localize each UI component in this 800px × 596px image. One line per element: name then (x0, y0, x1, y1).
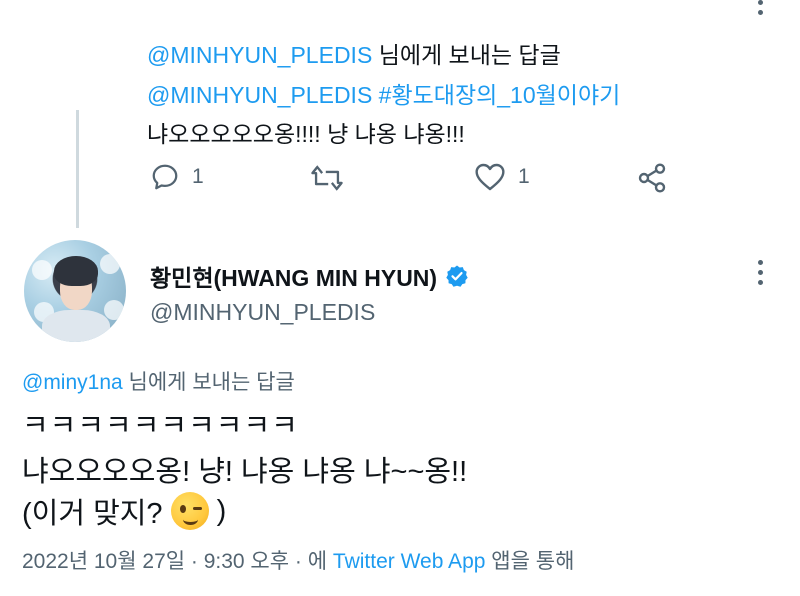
tweet-text-line-3: (이거 맞지? ) (22, 490, 226, 532)
display-name[interactable]: 황민현(HWANG MIN HYUN) (150, 259, 437, 293)
share-button[interactable] (636, 162, 668, 194)
top-more-icon[interactable] (758, 0, 766, 20)
author-name-row[interactable]: 황민현(HWANG MIN HYUN) (150, 259, 469, 293)
main-replying-handle[interactable]: @miny1na (22, 371, 123, 394)
retweet-icon (311, 165, 343, 191)
reply-icon (152, 164, 178, 190)
mention-hashtag[interactable]: @MINHYUN_PLEDIS #황도대장의_10월이야기 (147, 76, 620, 110)
like-button[interactable]: 1 (474, 162, 530, 192)
main-replying-to: @miny1na 님에게 보내는 답글 (22, 366, 295, 396)
retweet-button[interactable] (310, 163, 344, 193)
reply-count: 1 (192, 165, 204, 188)
replying-to-suffix: 님에게 보내는 답글 (378, 42, 561, 68)
replying-to-line: @MINHYUN_PLEDIS 님에게 보내는 답글 (147, 36, 561, 70)
tweet-text-line-1: ㅋㅋㅋㅋㅋㅋㅋㅋㅋㅋ (22, 410, 299, 442)
tweet-meta: 2022년 10월 27일 · 9:30 오후 · 에 Twitter Web … (22, 545, 574, 575)
verified-badge-icon (446, 265, 468, 287)
tweet-source-link[interactable]: Twitter Web App (333, 550, 486, 573)
tweet-text-line-3-end: ) (216, 494, 227, 527)
reply-button[interactable]: 1 (150, 162, 204, 192)
replying-to-handle[interactable]: @MINHYUN_PLEDIS (147, 42, 372, 68)
thread-connector (76, 110, 79, 228)
avatar[interactable] (24, 240, 126, 342)
like-count: 1 (518, 165, 530, 188)
tweet-text-line-2: 냐오오오오옹! 냥! 냐옹 냐옹 냐~~옹!! (22, 456, 468, 488)
heart-icon (475, 163, 505, 191)
author-handle[interactable]: @MINHYUN_PLEDIS (150, 299, 375, 326)
share-icon (638, 163, 666, 193)
tweet-more-icon[interactable] (758, 260, 766, 290)
main-replying-suffix: 님에게 보내는 답글 (128, 371, 295, 394)
top-reply-text: 냐오오오오오옹!!!! 냥 냐옹 냐옹!!! (147, 121, 465, 147)
tweet-text-line-3-start: (이거 맞지? (22, 498, 163, 530)
tweet-timestamp[interactable]: 2022년 10월 27일 · 9:30 오후 · 에 (22, 550, 327, 573)
tweet-source-suffix: 앱을 통해 (491, 550, 575, 573)
winking-face-emoji (170, 492, 209, 530)
